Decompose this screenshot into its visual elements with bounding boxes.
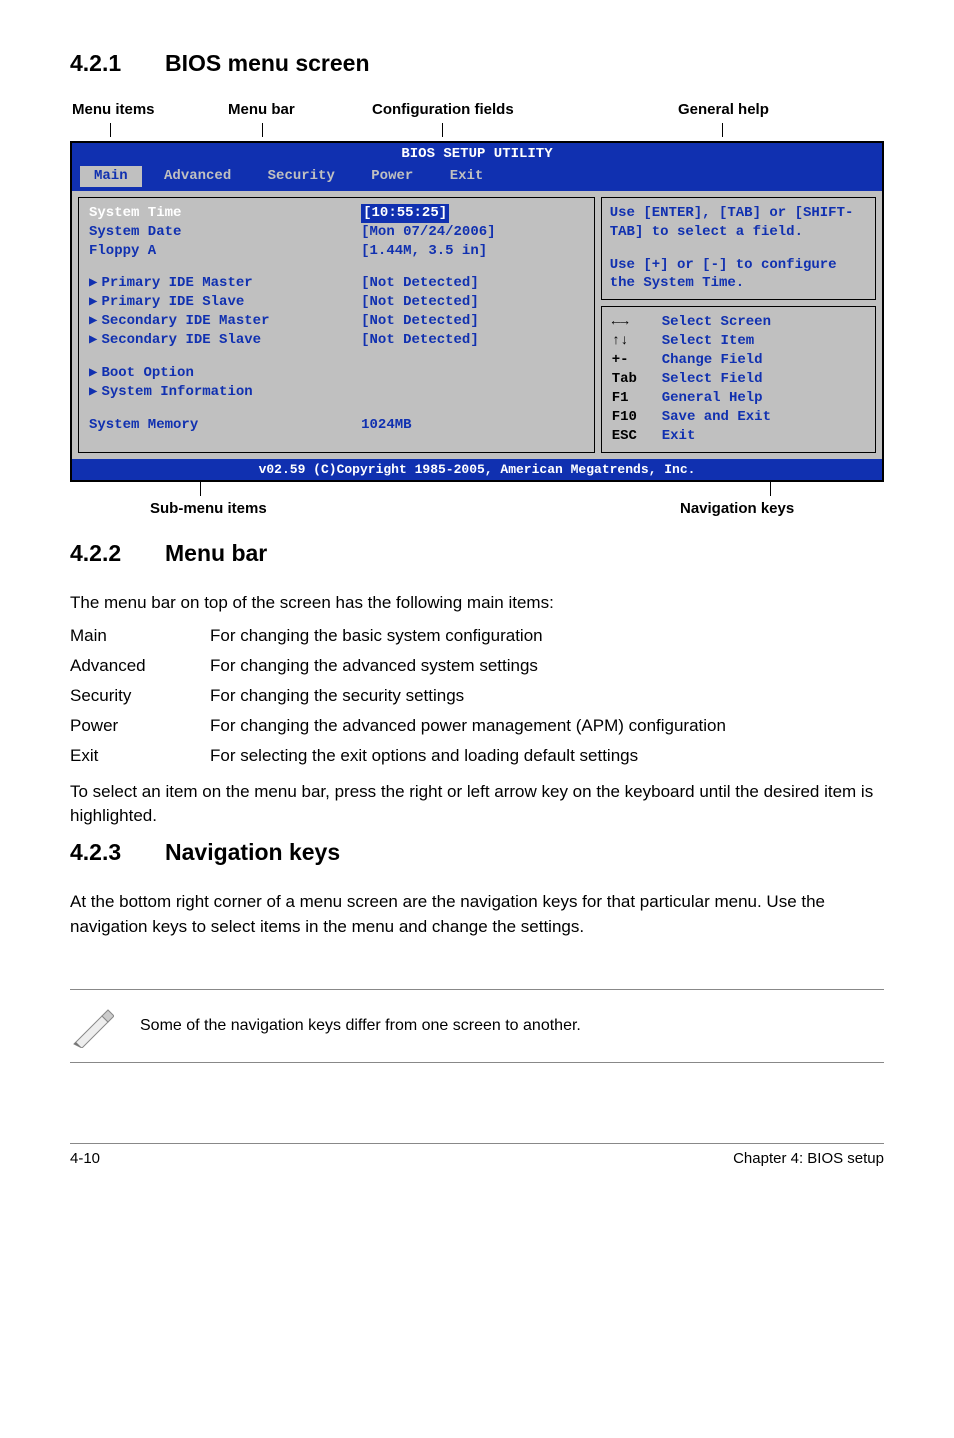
diagram-bottom-labels: Sub-menu items Navigation keys: [70, 482, 884, 522]
submenu-row[interactable]: ▶Primary IDE Master[Not Detected]: [89, 274, 584, 293]
bios-help-box: Use [ENTER], [TAB] or [SHIFT-TAB] to sel…: [601, 197, 876, 301]
menu-tab-advanced[interactable]: Advanced: [150, 166, 245, 187]
section-heading-3: 4.2.3Navigation keys: [70, 839, 884, 866]
submenu-row[interactable]: ▶Secondary IDE Slave[Not Detected]: [89, 331, 584, 350]
bios-screenshot: BIOS SETUP UTILITY Main Advanced Securit…: [70, 141, 884, 482]
submenu-arrow-icon: ▶: [89, 384, 97, 400]
menu-tab-security[interactable]: Security: [254, 166, 349, 187]
body-text: At the bottom right corner of a menu scr…: [70, 890, 884, 939]
submenu-row[interactable]: ▶Boot Option: [89, 364, 584, 383]
chapter-label: Chapter 4: BIOS setup: [733, 1150, 884, 1167]
submenu-row[interactable]: ▶Secondary IDE Master[Not Detected]: [89, 312, 584, 331]
bios-menu-bar: Main Advanced Security Power Exit: [72, 166, 882, 191]
bios-navkeys-box: ←→Select Screen ↑↓Select Item +-Change F…: [601, 306, 876, 452]
menu-definition-list: MainFor changing the basic system config…: [70, 626, 884, 766]
note-text: Some of the navigation keys differ from …: [140, 1017, 581, 1035]
page-footer: 4-10 Chapter 4: BIOS setup: [70, 1143, 884, 1167]
field-row: System Memory1024MB: [89, 416, 584, 435]
section-heading-2: 4.2.2Menu bar: [70, 540, 884, 567]
pencil-icon: [70, 1004, 114, 1048]
submenu-arrow-icon: ▶: [89, 313, 97, 329]
bios-left-pane: System Time[10:55:25] System Date[Mon 07…: [78, 197, 595, 453]
menu-tab-exit[interactable]: Exit: [436, 166, 498, 187]
submenu-arrow-icon: ▶: [89, 294, 97, 310]
diagram-top-labels: Menu items Menu bar Configuration fields…: [70, 101, 884, 141]
note-callout: Some of the navigation keys differ from …: [70, 989, 884, 1063]
submenu-row[interactable]: ▶Primary IDE Slave[Not Detected]: [89, 293, 584, 312]
menu-tab-power[interactable]: Power: [357, 166, 427, 187]
field-row[interactable]: System Time[10:55:25]: [89, 204, 584, 223]
submenu-row[interactable]: ▶System Information: [89, 383, 584, 402]
body-text: The menu bar on top of the screen has th…: [70, 591, 884, 616]
body-text: To select an item on the menu bar, press…: [70, 780, 884, 829]
bios-title: BIOS SETUP UTILITY: [72, 143, 882, 166]
page-number: 4-10: [70, 1150, 100, 1167]
menu-tab-main[interactable]: Main: [80, 166, 142, 187]
bios-footer: v02.59 (C)Copyright 1985-2005, American …: [72, 459, 882, 481]
submenu-arrow-icon: ▶: [89, 365, 97, 381]
submenu-arrow-icon: ▶: [89, 332, 97, 348]
section-heading-1: 4.2.1BIOS menu screen: [70, 50, 884, 77]
field-row[interactable]: System Date[Mon 07/24/2006]: [89, 223, 584, 242]
submenu-arrow-icon: ▶: [89, 275, 97, 291]
field-row[interactable]: Floppy A[1.44M, 3.5 in]: [89, 242, 584, 261]
